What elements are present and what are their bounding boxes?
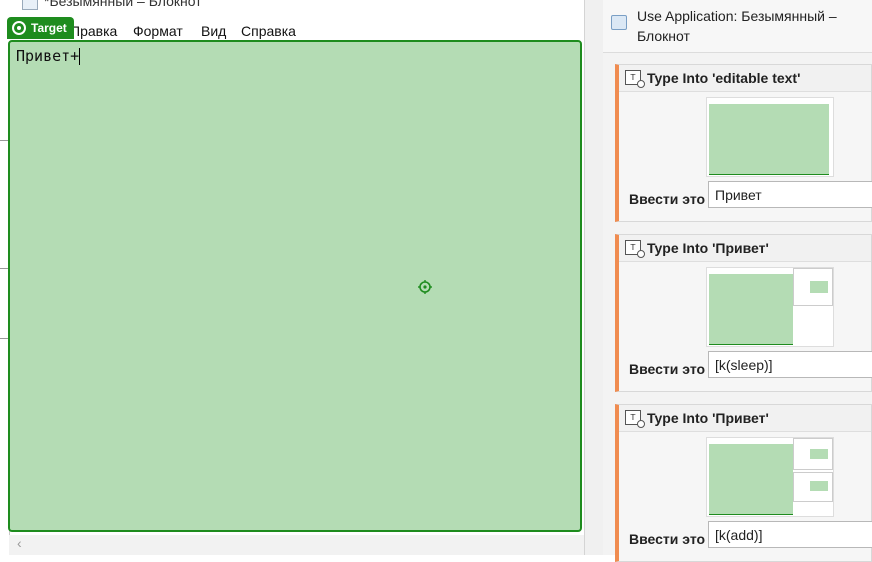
designer-panel: Use Application: Безымянный – Блокнот T … — [603, 0, 872, 562]
screenshot-thumbnail[interactable] — [706, 267, 834, 347]
type-into-icon: T — [625, 70, 645, 88]
thumbnail-inset-target — [810, 481, 828, 491]
menu-edit[interactable]: Правка — [70, 23, 117, 39]
activity-header[interactable]: T Type Into 'Привет' — [619, 405, 871, 432]
field-label: Ввести это — [629, 191, 706, 207]
crosshair-icon — [418, 280, 432, 294]
field-label: Ввести это — [629, 361, 706, 377]
use-application-header[interactable]: Use Application: Безымянный – Блокнот — [603, 0, 872, 53]
thumbnail-inset — [793, 438, 833, 470]
scroll-left-icon[interactable]: ‹ — [17, 535, 22, 551]
thumbnail-inset — [793, 472, 833, 502]
menu-view[interactable]: Вид — [201, 23, 226, 39]
target-badge: Target — [7, 17, 74, 39]
menu-help[interactable]: Справка — [241, 23, 296, 39]
menu-format[interactable]: Формат — [133, 23, 183, 39]
text-input-field[interactable]: [k(sleep)] — [708, 351, 872, 378]
activity-header[interactable]: T Type Into 'Привет' — [619, 235, 871, 262]
activity-title: Type Into 'editable text' — [647, 70, 801, 86]
target-highlight-area[interactable] — [8, 40, 582, 532]
thumbnail-target — [709, 104, 829, 175]
activity-title: Type Into 'Привет' — [647, 410, 769, 426]
activity-type-into[interactable]: T Type Into 'Привет' Ввести это [k(add)] — [615, 404, 872, 562]
activity-header[interactable]: T Type Into 'editable text' — [619, 65, 871, 92]
target-label: Target — [31, 21, 67, 35]
notepad-icon — [22, 0, 38, 10]
notepad-menubar: Правка Формат Вид Справка — [0, 18, 590, 42]
panel-divider — [584, 0, 605, 555]
type-into-icon: T — [625, 240, 645, 258]
screenshot-thumbnail[interactable] — [706, 97, 834, 177]
text-input-field[interactable]: Привет — [708, 181, 872, 208]
screenshot-thumbnail[interactable] — [706, 437, 834, 517]
editor-content: Привет+ — [16, 47, 80, 65]
notepad-title: *Безымянный – Блокнот — [44, 0, 202, 9]
activity-title: Type Into 'Привет' — [647, 240, 769, 256]
thumbnail-inset-target — [810, 449, 828, 459]
thumbnail-inset — [793, 268, 833, 306]
use-application-title: Use Application: Безымянный – Блокнот — [637, 8, 837, 44]
horizontal-scrollbar[interactable]: ‹ — [9, 535, 584, 555]
type-into-icon: T — [625, 410, 645, 428]
activity-type-into[interactable]: T Type Into 'editable text' Ввести это П… — [615, 64, 872, 222]
text-input-field[interactable]: [k(add)] — [708, 521, 872, 548]
text-caret — [79, 48, 81, 65]
thumbnail-target — [709, 444, 793, 515]
notepad-titlebar: *Безымянный – Блокнот — [0, 0, 590, 18]
activity-type-into[interactable]: T Type Into 'Привет' Ввести это [k(sleep… — [615, 234, 872, 392]
application-icon — [611, 15, 627, 30]
editor-text[interactable]: Привет+ — [16, 47, 81, 65]
field-label: Ввести это — [629, 531, 706, 547]
thumbnail-inset-target — [810, 281, 828, 293]
thumbnail-target — [709, 274, 793, 345]
target-icon — [12, 21, 26, 35]
